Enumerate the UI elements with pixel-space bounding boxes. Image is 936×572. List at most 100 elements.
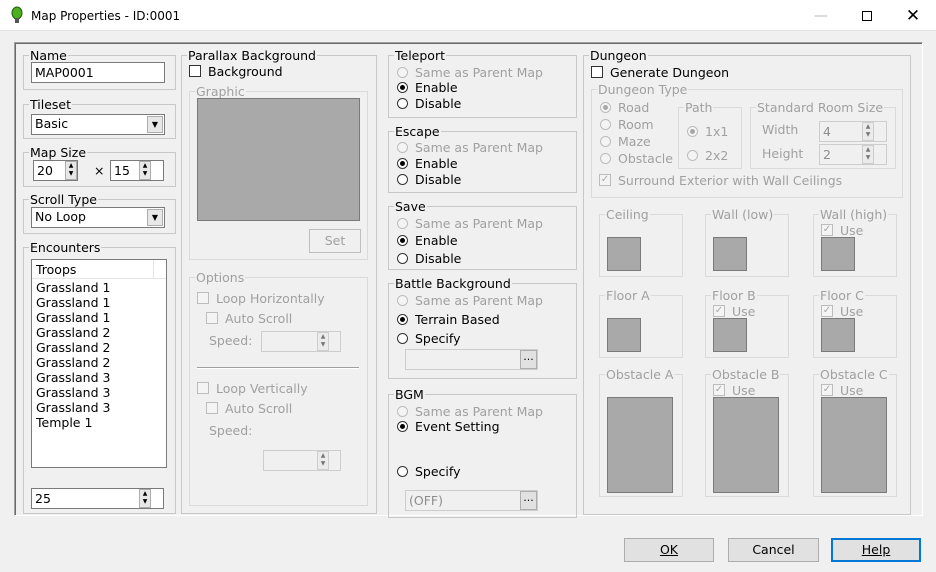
steps-spinner-icon[interactable]: ▲ ▼ — [139, 489, 151, 508]
escape-enable-label: Enable — [415, 155, 458, 171]
battle-bg-terrain-radio[interactable]: Terrain Based — [397, 311, 500, 327]
floor-b-tile[interactable] — [713, 318, 747, 352]
speed-h-input[interactable] — [261, 331, 341, 352]
list-item[interactable]: Grassland 2 — [32, 340, 166, 355]
room-radio[interactable]: Room — [600, 116, 654, 132]
list-item[interactable]: Grassland 1 — [32, 280, 166, 295]
wall-low-tile[interactable] — [713, 237, 747, 271]
help-button[interactable]: Help — [831, 538, 921, 562]
generate-dungeon-label: Generate Dungeon — [610, 64, 730, 80]
parallax-legend: Parallax Background — [188, 48, 316, 63]
save-legend: Save — [395, 199, 426, 214]
room-height-input[interactable]: 2 — [819, 144, 887, 165]
room-width-label: Width — [762, 122, 799, 137]
path-1x1-radio[interactable]: 1x1 — [687, 123, 728, 139]
teleport-enable-radio[interactable]: Enable — [397, 79, 458, 95]
speed-v-input[interactable] — [263, 450, 341, 471]
obstacle-b-use-checkbox[interactable]: ✓ Use — [713, 382, 755, 398]
loop-vertically-checkbox[interactable]: Loop Vertically — [197, 380, 308, 396]
bgm-specify-radio[interactable]: Specify — [397, 463, 460, 479]
list-item[interactable]: Grassland 1 — [32, 295, 166, 310]
troops-list[interactable]: Troops Grassland 1 Grassland 1 Grassland 1… — [31, 259, 167, 468]
floor-a-tile[interactable] — [607, 318, 641, 352]
maximize-icon[interactable] — [844, 0, 890, 31]
dungeon-type-legend: Dungeon Type — [598, 82, 688, 97]
generate-dungeon-checkbox[interactable]: Generate Dungeon — [591, 64, 729, 80]
obstacle-c-use-checkbox[interactable]: ✓ Use — [821, 382, 863, 398]
options-legend: Options — [196, 270, 245, 285]
chevron-down-icon[interactable]: ▼ — [147, 209, 163, 226]
speed-h-label: Speed: — [209, 333, 253, 348]
battle-bg-browse-button[interactable]: ... — [520, 350, 537, 369]
minimize-icon[interactable]: — — [798, 0, 844, 31]
list-item[interactable]: Grassland 3 — [32, 400, 166, 415]
wall-high-tile[interactable] — [821, 237, 855, 271]
teleport-disable-radio[interactable]: Disable — [397, 95, 461, 111]
tileset-select[interactable]: Basic ▼ — [31, 114, 165, 135]
background-checkbox[interactable]: Background — [189, 63, 283, 79]
map-height-input[interactable]: 15 — [110, 160, 164, 181]
auto-scroll-v-checkbox[interactable]: Auto Scroll — [206, 400, 292, 416]
set-button[interactable]: Set — [309, 229, 361, 253]
escape-enable-radio[interactable]: Enable — [397, 155, 458, 171]
floor-b-use-checkbox[interactable]: ✓ Use — [713, 303, 755, 319]
chevron-down-icon[interactable]: ▼ — [147, 116, 163, 133]
speed-v-spinner-icon[interactable]: ▲ ▼ — [317, 451, 329, 470]
encounters-legend: Encounters — [30, 240, 101, 255]
save-same-radio[interactable]: Same as Parent Map — [397, 215, 543, 231]
bgm-browse-button[interactable]: ... — [520, 491, 537, 510]
maze-radio[interactable]: Maze — [600, 133, 651, 149]
list-item[interactable]: Grassland 3 — [32, 385, 166, 400]
close-icon[interactable]: ✕ — [890, 0, 936, 31]
bgm-same-radio[interactable]: Same as Parent Map — [397, 403, 543, 419]
save-same-label: Same as Parent Map — [415, 215, 543, 231]
save-disable-radio[interactable]: Disable — [397, 250, 461, 266]
room-label: Room — [618, 116, 654, 132]
list-item[interactable]: Temple 1 — [32, 415, 166, 430]
width-spinner-icon[interactable]: ▲ ▼ — [65, 161, 77, 180]
escape-disable-radio[interactable]: Disable — [397, 171, 461, 187]
escape-same-radio[interactable]: Same as Parent Map — [397, 139, 543, 155]
cancel-button[interactable]: Cancel — [728, 538, 819, 562]
list-item[interactable]: Grassland 1 — [32, 310, 166, 325]
bgm-legend: BGM — [395, 387, 424, 402]
list-item[interactable]: Grassland 2 — [32, 355, 166, 370]
floor-a-legend: Floor A — [606, 288, 650, 303]
obstacle-label: Obstacle — [618, 150, 673, 166]
wall-high-use-label: Use — [840, 222, 864, 238]
floor-c-use-checkbox[interactable]: ✓ Use — [821, 303, 863, 319]
bgm-event-radio[interactable]: Event Setting — [397, 418, 500, 434]
floor-c-tile[interactable] — [821, 318, 855, 352]
wall-high-use-checkbox[interactable]: ✓ Use — [821, 222, 863, 238]
name-input[interactable]: MAP0001 — [31, 62, 165, 83]
obstacle-b-tile[interactable] — [713, 397, 779, 493]
ok-button[interactable]: OK — [624, 538, 714, 562]
room-width-spinner-icon[interactable]: ▲ ▼ — [862, 122, 874, 141]
background-label: Background — [208, 63, 283, 79]
obstacle-a-tile[interactable] — [607, 397, 673, 493]
surround-checkbox[interactable]: ✓ Surround Exterior with Wall Ceilings — [599, 172, 842, 188]
obstacle-radio[interactable]: Obstacle — [600, 150, 673, 166]
road-radio[interactable]: Road — [600, 99, 649, 115]
obstacle-c-tile[interactable] — [821, 397, 887, 493]
path-2x2-radio[interactable]: 2x2 — [687, 147, 728, 163]
scroll-type-select[interactable]: No Loop ▼ — [31, 207, 165, 228]
list-item[interactable]: Grassland 2 — [32, 325, 166, 340]
save-enable-radio[interactable]: Enable — [397, 232, 458, 248]
battle-bg-specify-radio[interactable]: Specify — [397, 330, 460, 346]
bgm-same-label: Same as Parent Map — [415, 403, 543, 419]
room-height-spinner-icon[interactable]: ▲ ▼ — [862, 145, 874, 164]
ceiling-tile[interactable] — [607, 237, 641, 271]
loop-horizontally-checkbox[interactable]: Loop Horizontally — [197, 290, 325, 306]
battle-bg-input[interactable] — [405, 349, 538, 370]
list-item[interactable]: Grassland 3 — [32, 370, 166, 385]
path-2x2-label: 2x2 — [705, 147, 729, 163]
auto-scroll-h-checkbox[interactable]: Auto Scroll — [206, 310, 292, 326]
speed-h-spinner-icon[interactable]: ▲ ▼ — [317, 332, 329, 351]
teleport-same-radio[interactable]: Same as Parent Map — [397, 64, 543, 80]
height-spinner-icon[interactable]: ▲ ▼ — [139, 161, 151, 180]
room-width-input[interactable]: 4 — [819, 121, 887, 142]
battle-bg-same-radio[interactable]: Same as Parent Map — [397, 292, 543, 308]
bgm-input[interactable]: (OFF) — [405, 490, 538, 511]
troops-header[interactable]: Troops — [32, 260, 166, 279]
